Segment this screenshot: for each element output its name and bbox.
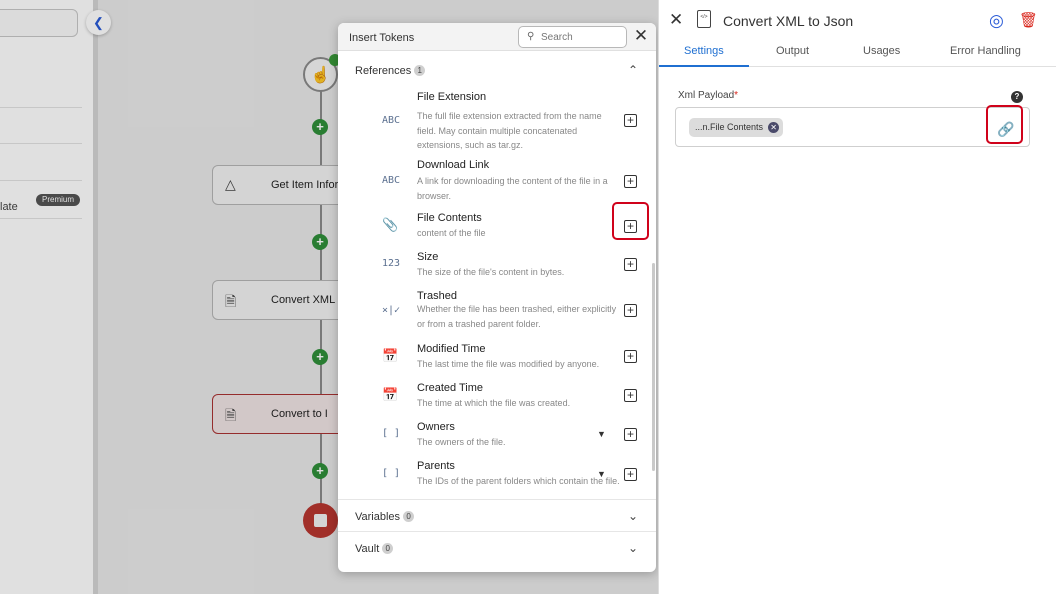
paperclip-icon: 📎: [382, 218, 399, 233]
tab-output[interactable]: Output: [776, 45, 809, 57]
xml-payload-field[interactable]: ...n.File Contents ✕: [675, 107, 1030, 147]
add-token-button[interactable]: +: [624, 350, 637, 363]
locate-icon[interactable]: ◎: [989, 11, 1004, 31]
references-section-header[interactable]: References 1 ⌃: [338, 57, 656, 85]
token-desc: The last time the file was modified by a…: [417, 359, 600, 369]
insert-tokens-popup: Insert Tokens ⚲ ✕ References1 ⌃ ABC File…: [338, 23, 656, 572]
variables-label: Variables 0: [355, 511, 415, 523]
chevron-down-icon[interactable]: ⌄: [628, 541, 638, 555]
token-name: File Extension: [417, 91, 487, 103]
tab-error-handling[interactable]: Error Handling: [950, 45, 1021, 57]
token-desc: The size of the file's content in bytes.: [417, 267, 565, 277]
count-badge: 0: [382, 543, 394, 554]
calendar-icon: 📅: [382, 349, 399, 364]
vault-section-header[interactable]: Vault 0 ⌄: [338, 535, 656, 563]
token-name: Owners: [417, 421, 455, 433]
add-token-button[interactable]: +: [624, 389, 637, 402]
variables-section-header[interactable]: Variables 0 ⌄: [338, 503, 656, 531]
add-token-button[interactable]: +: [624, 468, 637, 481]
add-token-button[interactable]: +: [624, 114, 637, 127]
token-name: Created Time: [417, 382, 484, 394]
text-type-icon: ABC: [382, 175, 401, 186]
add-token-button[interactable]: +: [624, 304, 637, 317]
add-token-button[interactable]: +: [624, 258, 637, 271]
close-icon[interactable]: ✕: [633, 27, 649, 44]
chevron-up-icon[interactable]: ⌃: [628, 63, 638, 77]
token-list[interactable]: ABC File Extension The full file extensi…: [338, 89, 656, 501]
active-tab-indicator: [659, 65, 749, 67]
xml-doc-icon: </>: [697, 10, 711, 28]
array-type-icon: [ ]: [382, 468, 401, 479]
token-desc: The full file extension extracted from t…: [417, 111, 602, 150]
token-list-scrollbar[interactable]: [652, 263, 655, 471]
token-name: Parents: [417, 460, 455, 472]
token-desc: content of the file: [417, 228, 486, 238]
token-desc: Whether the file has been trashed, eithe…: [417, 304, 617, 329]
remove-token-icon[interactable]: ✕: [768, 122, 780, 133]
add-token-button[interactable]: +: [624, 428, 637, 441]
token-name: Modified Time: [417, 343, 486, 355]
token-name: File Contents: [417, 212, 482, 224]
vault-label: Vault 0: [355, 543, 394, 555]
step-settings-panel: ✕ </> Convert XML to Json ◎ 🗑 Settings O…: [658, 0, 1056, 594]
highlight-box: [612, 202, 649, 240]
text-type-icon: ABC: [382, 115, 401, 126]
number-type-icon: 123: [382, 258, 401, 269]
tokens-header: Insert Tokens ⚲ ✕: [338, 23, 656, 51]
count-badge: 1: [414, 65, 426, 76]
close-icon[interactable]: ✕: [669, 10, 683, 30]
token-desc: A link for downloading the content of th…: [417, 176, 608, 201]
divider: [338, 499, 656, 500]
xml-payload-label: Xml Payload*: [678, 90, 739, 101]
count-badge: 0: [403, 511, 415, 522]
token-name: Size: [417, 251, 439, 263]
tokens-title: Insert Tokens: [349, 32, 415, 44]
token-desc: The IDs of the parent folders which cont…: [417, 476, 620, 486]
chevron-down-icon[interactable]: ⌄: [628, 509, 638, 523]
panel-tabs: Settings Output Usages Error Handling: [659, 41, 1056, 67]
highlight-box: [986, 105, 1023, 144]
add-token-button[interactable]: +: [624, 175, 637, 188]
token-name: Download Link: [417, 159, 490, 171]
caret-down-icon[interactable]: ▼: [597, 469, 606, 479]
help-icon[interactable]: ?: [1011, 91, 1023, 103]
trash-icon[interactable]: 🗑: [1019, 11, 1038, 29]
token-search-input[interactable]: [541, 30, 621, 44]
token-name: Trashed: [417, 290, 457, 302]
search-icon: ⚲: [527, 31, 535, 42]
token-chip[interactable]: ...n.File Contents ✕: [689, 118, 784, 137]
divider: [338, 531, 656, 532]
panel-title: Convert XML to Json: [723, 13, 854, 29]
calendar-icon: 📅: [382, 388, 399, 403]
tab-settings[interactable]: Settings: [684, 45, 724, 57]
references-label: References 1: [355, 65, 426, 77]
array-type-icon: [ ]: [382, 428, 401, 439]
token-desc: The owners of the file.: [417, 437, 506, 447]
token-search-box[interactable]: ⚲: [518, 26, 627, 48]
token-desc: The time at which the file was created.: [417, 398, 571, 408]
tab-usages[interactable]: Usages: [863, 45, 900, 57]
caret-down-icon[interactable]: ▼: [597, 429, 606, 439]
boolean-type-icon: ×|✓: [382, 305, 401, 316]
